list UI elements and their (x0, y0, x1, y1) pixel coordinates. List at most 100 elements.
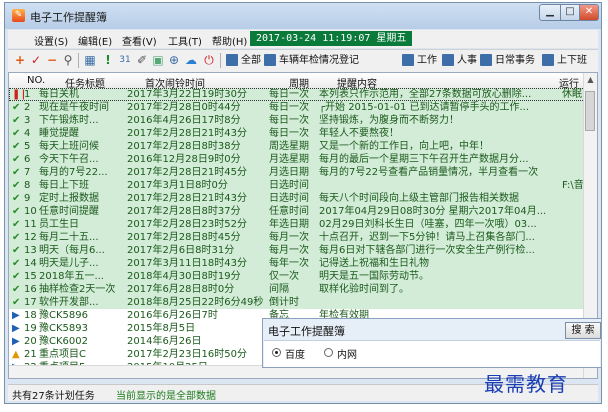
check-icon: ✔ (12, 102, 21, 113)
task-title: 抽样检查2天一次 (39, 284, 116, 295)
table-row[interactable]: ✔ 3 下午锻炼时... 2016年4月26日17时8分 每日一次 坚持锻炼，为腹身而不断… (9, 114, 597, 127)
reminder-content: 取样化验时间到了。 (319, 284, 409, 295)
reminder-content: 年轻人不要熬夜！ (319, 128, 399, 139)
menu-view[interactable]: 查看(V) (122, 33, 157, 48)
column-header-no[interactable]: NO. (27, 75, 45, 86)
task-title: 豫CK6002 (39, 336, 88, 347)
cycle: 周选星期 (269, 141, 309, 152)
reminder-content: 本列表只作示范用，全部27条数据可放心删除... (319, 89, 532, 100)
category-work-button[interactable]: 工作 (402, 52, 437, 69)
play-icon: ▶ (12, 323, 20, 334)
first-alarm-time: 2017年2月28日8时45分 (127, 232, 241, 243)
category-daily-button[interactable]: 日常事务 (480, 52, 535, 69)
cycle: 每日一次 (269, 115, 309, 126)
task-title: 明天是儿子... (39, 258, 99, 269)
cycle: 倒计时 (269, 297, 299, 308)
table-row[interactable]: ✔ 11 员工生日 2017年2月28日23时52分 年选日期 02月29日刘科长生日（哇… (9, 218, 597, 231)
stop-icon[interactable]: ! (102, 53, 114, 68)
scroll-up-icon[interactable]: ▲ (584, 73, 597, 86)
calendar-icon[interactable]: ▦ (84, 53, 96, 68)
reminder-content: 02月29日刘科长生日（哇塞，四年一次哦）03... (319, 219, 537, 230)
add-icon[interactable]: + (14, 53, 26, 68)
category-label: 上下班 (557, 55, 587, 66)
app-icon: ✎ (12, 9, 25, 22)
first-alarm-time: 2017年6月28日8时0分 (127, 284, 235, 295)
task-title: 员工生日 (39, 219, 79, 230)
magnify-icon[interactable]: ⊕ (168, 53, 180, 68)
search-icon[interactable]: ⚲ (62, 53, 74, 68)
category-all-button[interactable]: 全部 (226, 52, 261, 69)
first-alarm-time: 2017年2月28日0时44分 (127, 102, 241, 113)
radio-baidu[interactable] (272, 348, 281, 357)
first-alarm-time: 2016年4月26日17时8分 (127, 115, 241, 126)
table-row[interactable]: ✔ 5 每天上班问候 2017年2月28日8时38分 周选星期 又是一个新的工作日，向上吧… (9, 140, 597, 153)
first-alarm-time: 2015年8月5日 (127, 323, 196, 334)
title-bar[interactable]: ✎ 电子工作提醒簿 ▁ □ ✕ (5, 3, 601, 29)
radio-intranet[interactable] (324, 348, 333, 357)
check-icon: ✔ (12, 180, 21, 191)
menu-edit[interactable]: 编辑(E) (78, 33, 112, 48)
first-alarm-time: 2017年2月28日23时52分 (127, 219, 247, 230)
reminder-content: 每天八个时间段向上级主管部门报告相关数据 (319, 193, 519, 204)
task-title: 今天下午召... (39, 154, 99, 165)
table-row[interactable]: ✔ 4 睡觉提醒 2017年2月28日21时43分 每日一次 年轻人不要熬夜！ (9, 127, 597, 140)
table-row[interactable]: ✔ 2 现在是午夜时间 2017年2月28日0时44分 每日一次 ┌开始 2015-01-… (9, 101, 597, 114)
check-icon: ✔ (12, 232, 21, 243)
toolbar-separator (78, 53, 79, 68)
brush-icon[interactable]: ✐ (136, 53, 148, 68)
minimize-button[interactable]: ▁ (539, 4, 561, 21)
category-label: 车辆年检情况登记 (279, 55, 359, 66)
first-alarm-time: 2017年2月28日8时37分 (127, 206, 241, 217)
check-icon: ✔ (12, 206, 21, 217)
table-row[interactable]: ✔ 10 任意时间提醒 2017年2月28日8时37分 任意时间 2017年04月29日0… (9, 205, 597, 218)
category-commute-button[interactable]: 上下班 (542, 52, 587, 69)
task-title: 每日上下班 (39, 180, 89, 191)
table-row[interactable]: ✔ 13 明天（每月6... 2017年2月6日8时31分 每月一次 每月6日对下辖各部门… (9, 244, 597, 257)
table-row[interactable]: ✔ 17 软件开发部... 2018年8月25日22时6分49秒 倒计时 (9, 296, 597, 309)
menu-help[interactable]: 帮助(H) (212, 33, 247, 48)
table-row[interactable]: ✔ 6 今天下午召... 2016年12月28日9时0分 月选星期 每月的最后一个星期三下… (9, 153, 597, 166)
cloud-icon[interactable]: ☁ (184, 53, 198, 68)
reminder-content: 坚持锻炼，为腹身而不断努力！ (319, 115, 459, 126)
table-row[interactable]: ❚❚1每日关机2017年3月22日19时30分每日一次本列表只作示范用，全部27… (9, 88, 597, 101)
close-button[interactable]: ✕ (579, 4, 599, 21)
first-alarm-time: 2017年2月23日16时50分 (127, 349, 247, 360)
check-icon: ✔ (12, 167, 21, 178)
task-title: 每天上班问候 (39, 141, 99, 152)
check-icon: ✔ (12, 245, 21, 256)
maximize-button[interactable]: □ (560, 4, 580, 21)
task-title: 明天（每月6... (39, 245, 105, 256)
menu-settings[interactable]: 设置(S) (34, 33, 68, 48)
table-row[interactable]: ✔ 7 每月的7号22... 2017年2月28日21时45分 月选日期 每月的7号22号… (9, 166, 597, 179)
confirm-icon[interactable]: ✓ (30, 53, 42, 68)
reminder-content: 又是一个新的工作日，向上吧，中年！ (319, 141, 489, 152)
cycle: 每月一次 (269, 245, 309, 256)
table-row[interactable]: ✔ 16 抽样检查2天一次 2017年6月28日8时0分 间隔 取样化验时间到了。 (9, 283, 597, 296)
table-row[interactable]: ✔ 12 每月二十五... 2017年2月28日8时45分 每月一次 十点召开，迟到一下5… (9, 231, 597, 244)
popup-options: 百度 内网 (264, 340, 600, 367)
task-title: 软件开发部... (39, 297, 99, 308)
play-icon: ▶ (12, 336, 20, 347)
table-row[interactable]: ✔ 15 2018年五一... 2018年4月30日8时19分 仅一次 明天是五一国际劳动… (9, 270, 597, 283)
reminder-content: 记得送上祝福和生日礼物 (319, 258, 429, 269)
table-row[interactable]: ✔ 9 定时上报数据 2017年2月28日21时43分 日选时间 每天八个时间段向上级主管… (9, 192, 597, 205)
task-title: 每月二十五... (39, 232, 99, 243)
cycle: 仅一次 (269, 271, 299, 282)
table-row[interactable]: ✔ 14 明天是儿子... 2017年3月11日18时43分 每年一次 记得送上祝福和生日… (9, 257, 597, 270)
status-total: 共有27条计划任务 (12, 391, 95, 402)
scrollbar-thumb[interactable] (585, 91, 595, 131)
warning-icon: ▲ (12, 349, 20, 360)
category-hr-button[interactable]: 人事 (442, 52, 477, 69)
table-row[interactable]: ✔ 8 每日上下班 2017年3月1日8时0分 日选时间 F:\音乐 (9, 179, 597, 192)
category-vehicle-button[interactable]: 车辆年检情况登记 (264, 52, 359, 69)
search-button[interactable]: 搜 索 (565, 322, 601, 339)
status-filter: 当前显示的是全部数据 (116, 391, 216, 402)
power-icon[interactable]: ⏻ (202, 53, 216, 68)
calendar-31-icon[interactable]: 31 (118, 53, 132, 68)
menu-tools[interactable]: 工具(T) (168, 33, 202, 48)
task-title: 任意时间提醒 (39, 206, 99, 217)
first-alarm-time: 2014年6月26日 (127, 336, 202, 347)
image-icon[interactable]: ▣ (152, 53, 164, 68)
minus-icon[interactable]: − (46, 53, 58, 68)
first-alarm-time: 2017年3月22日19时30分 (127, 89, 247, 100)
